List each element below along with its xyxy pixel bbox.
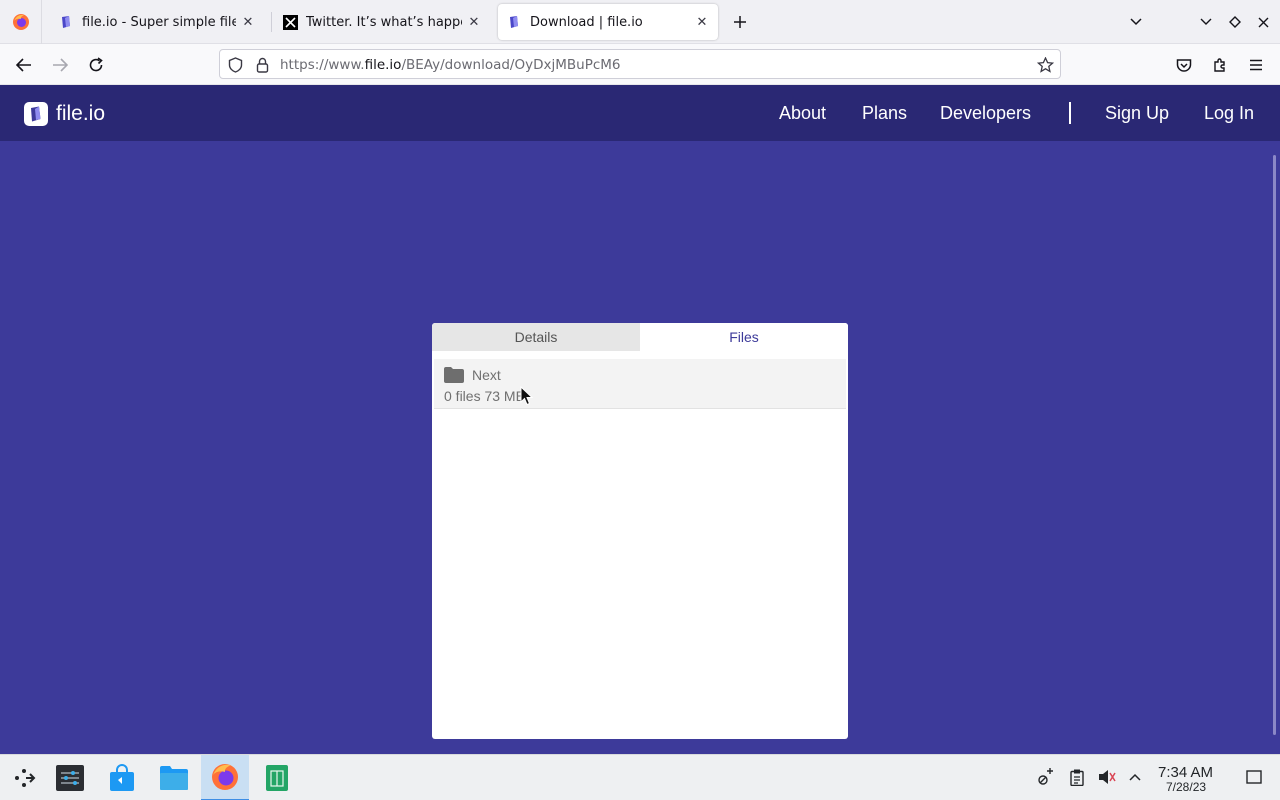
system-settings-icon	[56, 765, 84, 791]
bookmark-star-icon[interactable]	[1036, 56, 1054, 74]
folder-name: Next	[472, 367, 501, 383]
reload-icon	[89, 57, 103, 72]
nav-plans-link[interactable]: Plans	[862, 103, 907, 124]
x-logo-icon	[282, 14, 298, 30]
minimize-window-button[interactable]	[1196, 12, 1216, 32]
firefox-icon	[212, 764, 238, 790]
taskbar-settings-app[interactable]	[46, 755, 94, 800]
site-logo[interactable]: file.io	[24, 102, 105, 126]
folder-icon	[444, 367, 464, 383]
tab-fileio-home[interactable]: file.io - Super simple file sh ✕	[50, 4, 264, 40]
taskbar-spreadsheet-app[interactable]	[253, 755, 301, 800]
tab-files[interactable]: Files	[640, 323, 848, 351]
chevron-down-icon	[1200, 18, 1212, 25]
network-status-icon[interactable]	[1036, 767, 1056, 787]
desktop-icon	[1246, 770, 1262, 784]
tab-title: Download | file.io	[530, 14, 643, 30]
chevron-up-icon	[1129, 773, 1141, 781]
fileio-logo-icon	[24, 102, 48, 126]
fileio-favicon-icon	[506, 14, 522, 30]
close-icon[interactable]: ✕	[240, 14, 256, 30]
back-button[interactable]	[11, 52, 37, 78]
diamond-icon	[1229, 16, 1241, 28]
page-scrollbar[interactable]	[1273, 155, 1276, 735]
firefox-icon	[12, 14, 29, 30]
folder-icon	[160, 766, 188, 790]
download-card: Details Files Next 0 files 73 MB	[432, 323, 848, 739]
launcher-icon	[15, 769, 36, 787]
tab-separator	[271, 12, 272, 32]
show-desktop-button[interactable]	[1244, 767, 1264, 787]
tab-title: file.io - Super simple file sh	[82, 14, 236, 30]
close-icon[interactable]: ✕	[694, 14, 710, 30]
clock-date[interactable]: 7/28/23	[1166, 780, 1206, 794]
mouse-cursor-icon	[520, 386, 534, 406]
file-list-item[interactable]: Next 0 files 73 MB	[434, 359, 846, 409]
url-host: file.io	[364, 57, 402, 73]
site-header: file.io	[0, 85, 1280, 141]
shield-icon[interactable]	[226, 56, 244, 74]
taskbar	[0, 754, 1280, 800]
nav-developers-link[interactable]: Developers	[940, 103, 1031, 124]
nav-log-in-link[interactable]: Log In	[1204, 103, 1254, 124]
arrow-right-icon	[53, 58, 68, 72]
nav-about-link[interactable]: About	[779, 103, 826, 124]
list-all-tabs-button[interactable]	[1126, 12, 1146, 32]
tab-details[interactable]: Details	[432, 323, 640, 351]
firefox-view-button[interactable]	[0, 0, 42, 44]
spreadsheet-icon	[266, 765, 288, 791]
application-launcher-button[interactable]	[0, 755, 48, 800]
arrow-left-icon	[16, 58, 31, 72]
nav-sign-up-link[interactable]: Sign Up	[1105, 103, 1169, 124]
reload-button[interactable]	[83, 52, 109, 78]
close-icon[interactable]: ✕	[466, 14, 482, 30]
navigation-toolbar: https://www.file.io/BEAy/download/OyDxjM…	[0, 44, 1280, 85]
url-text: https://www.file.io/BEAy/download/OyDxjM…	[280, 57, 621, 73]
puzzle-icon	[1214, 58, 1225, 72]
close-window-button[interactable]	[1253, 12, 1273, 32]
pocket-icon	[1176, 58, 1192, 72]
tray-expand-button[interactable]	[1125, 767, 1145, 787]
tab-download-fileio[interactable]: Download | file.io ✕	[498, 4, 718, 40]
taskbar-firefox-app[interactable]	[201, 755, 249, 800]
app-menu-button[interactable]	[1243, 52, 1269, 78]
tab-twitter[interactable]: Twitter. It’s what’s happeni ✕	[274, 4, 490, 40]
site-brand-name: file.io	[56, 102, 106, 125]
plus-icon	[734, 16, 746, 28]
tab-title: Twitter. It’s what’s happeni	[306, 14, 462, 30]
taskbar-file-manager-app[interactable]	[150, 755, 198, 800]
clipboard-icon[interactable]	[1067, 767, 1087, 787]
url-prefix: https://www.	[280, 57, 365, 73]
nav-divider	[1069, 102, 1071, 124]
volume-muted-icon[interactable]	[1097, 767, 1117, 787]
maximize-window-button[interactable]	[1225, 12, 1245, 32]
url-path: /BEAy/download/OyDxjMBuPcM6	[401, 57, 621, 73]
new-tab-button[interactable]	[728, 10, 752, 34]
hamburger-menu-icon	[1250, 59, 1262, 71]
close-icon	[1258, 17, 1268, 27]
extensions-button[interactable]	[1207, 52, 1233, 78]
taskbar-discover-app[interactable]	[98, 755, 146, 800]
browser-tab-strip: file.io - Super simple file sh ✕ Twitter…	[0, 0, 1280, 44]
fileio-favicon-icon	[58, 14, 74, 30]
shopping-bag-icon	[110, 764, 134, 791]
folder-meta: 0 files 73 MB	[444, 388, 525, 404]
address-bar[interactable]: https://www.file.io/BEAy/download/OyDxjM…	[219, 49, 1061, 79]
forward-button[interactable]	[47, 52, 73, 78]
pocket-button[interactable]	[1171, 52, 1197, 78]
clock-time[interactable]: 7:34 AM	[1158, 764, 1213, 781]
chevron-down-icon	[1130, 18, 1142, 26]
lock-icon[interactable]	[253, 56, 271, 74]
